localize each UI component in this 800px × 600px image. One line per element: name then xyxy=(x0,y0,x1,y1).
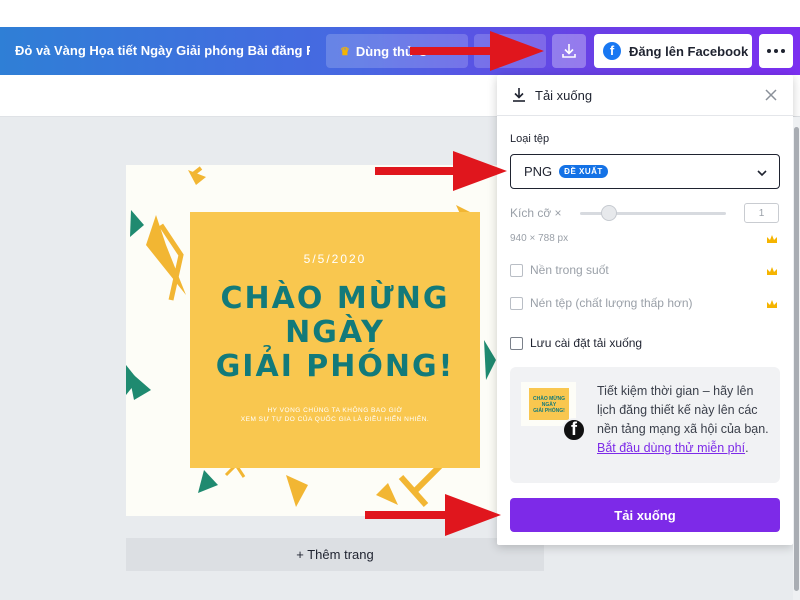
size-slider-handle[interactable] xyxy=(601,205,617,221)
design-canvas[interactable]: 5/5/2020 CHÀO MỪNG NGÀY GIẢI PHÓNG! HY V… xyxy=(126,165,544,516)
canvas-date: 5/5/2020 xyxy=(303,252,367,266)
post-to-facebook-button[interactable]: f Đăng lên Facebook xyxy=(594,34,752,68)
download-toolbar-button[interactable] xyxy=(552,34,586,68)
canvas-subtext: HY VỌNG CHÚNG TA KHÔNG BAO GIỜ XEM SỰ TỰ… xyxy=(240,407,430,423)
crown-icon: ♛ xyxy=(340,45,350,58)
size-label: Kích cỡ × xyxy=(510,206,562,220)
editor-header: Đỏ và Vàng Họa tiết Ngày Giải phóng Bài … xyxy=(0,27,800,75)
annotation-arrow xyxy=(410,31,544,71)
file-type-label: Loại tệp xyxy=(510,133,550,145)
scrollbar-thumb[interactable] xyxy=(794,127,799,591)
compress-checkbox[interactable] xyxy=(510,296,523,310)
annotation-arrow xyxy=(365,494,501,536)
download-panel: Tải xuống Loại tệp PNG ĐỀ XUẤT Kích cỡ ×… xyxy=(497,75,793,545)
close-icon[interactable] xyxy=(763,87,779,103)
dimensions-text: 940 × 788 px xyxy=(510,233,569,244)
size-input[interactable]: 1 xyxy=(744,203,779,223)
browser-top-strip xyxy=(0,0,800,27)
facebook-icon: f xyxy=(562,418,586,442)
panel-header: Tải xuống xyxy=(511,87,592,103)
file-type-value: PNG xyxy=(524,164,553,179)
more-icon xyxy=(767,49,771,53)
divider xyxy=(497,115,793,116)
promo-text: Tiết kiệm thời gian – hãy lên lịch đăng … xyxy=(597,384,769,455)
recommended-badge: ĐỀ XUẤT xyxy=(559,165,608,178)
title-card[interactable]: 5/5/2020 CHÀO MỪNG NGÀY GIẢI PHÓNG! HY V… xyxy=(190,212,480,468)
download-icon xyxy=(562,44,576,58)
panel-title: Tải xuống xyxy=(535,87,593,103)
compress-option[interactable]: Nén tệp (chất lượng thấp hơn) xyxy=(510,296,693,310)
crown-icon xyxy=(767,300,777,308)
save-settings-checkbox[interactable] xyxy=(510,336,523,350)
annotation-arrow xyxy=(375,151,507,191)
more-options-button[interactable] xyxy=(759,34,793,68)
add-page-button[interactable]: + Thêm trang xyxy=(126,538,544,571)
chevron-down-icon xyxy=(757,170,767,177)
free-trial-link[interactable]: Bắt đầu dùng thử miễn phí xyxy=(597,441,745,455)
transparent-bg-option[interactable]: Nền trong suốt xyxy=(510,263,609,277)
download-button[interactable]: Tải xuống xyxy=(510,498,780,532)
download-icon xyxy=(513,88,525,102)
crown-icon xyxy=(767,267,777,275)
document-title[interactable]: Đỏ và Vàng Họa tiết Ngày Giải phóng Bài … xyxy=(15,43,310,58)
file-type-select[interactable]: PNG ĐỀ XUẤT xyxy=(510,154,780,189)
facebook-icon: f xyxy=(603,42,621,60)
scrollbar[interactable] xyxy=(793,117,800,600)
transparent-bg-checkbox[interactable] xyxy=(510,263,523,277)
canvas-headline: CHÀO MỪNG NGÀY GIẢI PHÓNG! xyxy=(215,281,455,384)
post-to-facebook-label: Đăng lên Facebook xyxy=(629,43,749,59)
compress-label: Nén tệp (chất lượng thấp hơn) xyxy=(530,296,693,310)
schedule-promo: CHÀO MỪNG NGÀY GIẢI PHÓNG! f Tiết kiệm t… xyxy=(510,367,780,483)
save-settings-option[interactable]: Lưu cài đặt tải xuống xyxy=(510,336,642,350)
crown-icon xyxy=(767,235,777,243)
save-settings-label: Lưu cài đặt tải xuống xyxy=(530,336,643,350)
transparent-bg-label: Nền trong suốt xyxy=(530,263,609,277)
